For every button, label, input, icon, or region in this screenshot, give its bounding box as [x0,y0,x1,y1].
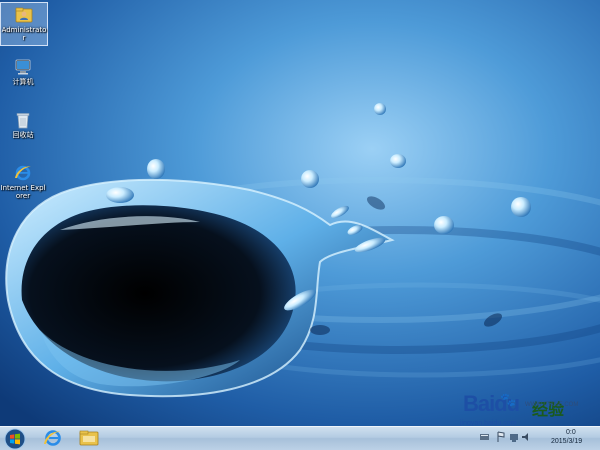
windows-start-icon[interactable] [3,428,27,450]
desktop-icon-recycle-bin[interactable]: 回收站 [0,108,46,139]
clock-time[interactable]: 0:0 [566,429,576,436]
desktop-icon-label: Internet Explorer [0,184,46,200]
user-folder-icon [15,7,33,23]
baidu-paw-icon: 🐾 [500,393,517,408]
internet-explorer-icon [15,165,31,181]
keyboard-icon[interactable] [480,434,489,440]
taskbar-file-explorer-icon[interactable] [74,427,104,449]
desktop-icon-label: 回收站 [12,131,34,139]
desktop-icon-administrator[interactable]: Administrator [0,2,48,46]
action-center-flag-icon[interactable] [497,431,505,442]
clock-date[interactable]: 2015/3/19 [551,438,582,445]
desktop-icon-label: 计算机 [12,78,34,86]
watermark-site: WWW.ITIKUE.COM [525,402,579,408]
computer-icon [15,59,31,75]
desktop-icon-label: Administrator [1,26,47,42]
desktop-icon-computer[interactable]: 计算机 [0,55,46,86]
recycle-bin-icon [16,113,30,129]
taskbar-internet-explorer-icon[interactable] [38,427,68,449]
volume-icon[interactable] [522,433,528,441]
desktop[interactable]: Administrator 计算机 回收站 Internet Explorer [0,0,600,426]
water-splash-wallpaper [0,0,600,426]
watermark-product: 经验 [532,400,565,419]
desktop-icon-internet-explorer[interactable]: Internet Explorer [0,161,46,200]
network-icon[interactable] [510,434,518,442]
